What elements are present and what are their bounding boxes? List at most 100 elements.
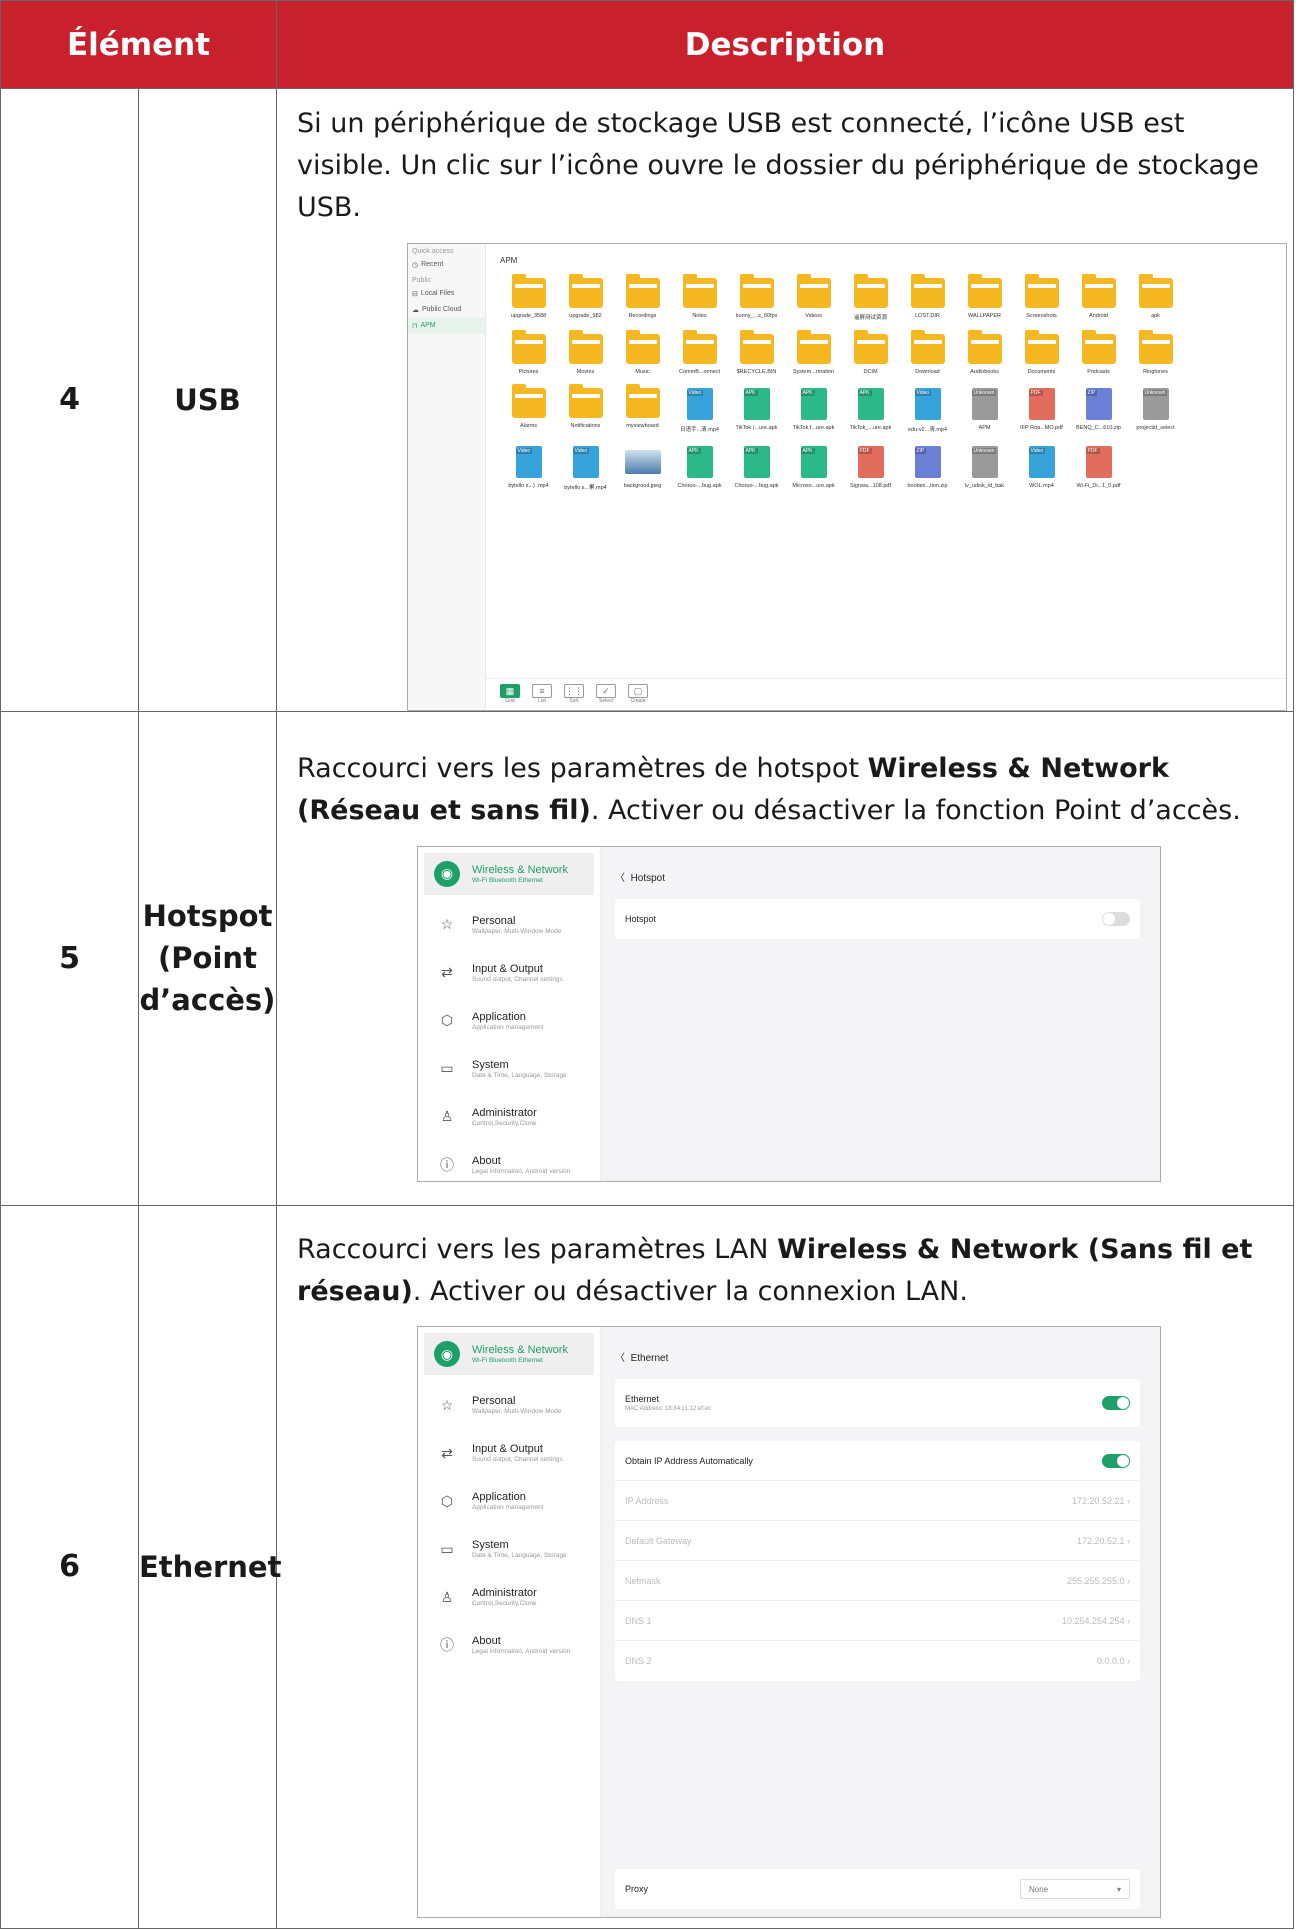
file-item[interactable]: upgrade_982 <box>557 273 614 321</box>
back-button[interactable]: 〈 Ethernet <box>615 1349 668 1364</box>
sidebar-item-apm[interactable]: ⊓ APM <box>408 317 485 334</box>
sidebar-item-administrator[interactable]: ♙ Administrator Control,Security,Clone <box>418 1573 600 1621</box>
folder-icon <box>853 329 888 364</box>
file-item[interactable]: Notes <box>671 273 728 321</box>
file-item[interactable]: APK Microso...ure.apk <box>785 445 842 491</box>
folder-icon <box>1024 273 1059 308</box>
sidebar-item-application[interactable]: ⬡ Application Application management <box>418 997 600 1045</box>
sidebar-item-administrator[interactable]: ♙ Administrator Control,Security,Clone <box>418 1093 600 1141</box>
ip-field-row[interactable]: Netmask 255.255.255.0 › <box>615 1561 1140 1602</box>
ip-field-row[interactable]: DNS 1 10.254.254.254 › <box>615 1601 1140 1642</box>
pdf-file-icon: PDF <box>1085 445 1112 478</box>
toolbar-list-button[interactable]: ≡ List <box>532 684 552 704</box>
sidebar-item-wireless-network[interactable]: ◉ Wireless & Network Wi-Fi Bluetooth Ether… <box>424 852 594 895</box>
file-item[interactable]: Movies <box>557 329 614 375</box>
local-files-label: Local Files <box>420 290 455 298</box>
file-item[interactable]: Video bytello s...累.mp4 <box>557 445 614 491</box>
file-item[interactable]: PDF Signwa...108.pdf <box>842 445 899 491</box>
proxy-select[interactable]: None ▾ <box>1020 1879 1130 1900</box>
sidebar-item-about[interactable]: ⓘ About Legal information, Android version <box>418 1621 600 1669</box>
file-item[interactable]: APK TikTok f...ure.apk <box>785 387 842 433</box>
sidebar-item-application[interactable]: ⬡ Application Application management <box>418 1477 600 1525</box>
file-item[interactable]: Android <box>1070 273 1127 321</box>
sidebar-item-input-output[interactable]: ⇄ Input & Output Sound output, Channel set… <box>418 1429 600 1477</box>
toolbar-grid-button[interactable]: ▦ Grid <box>500 684 520 704</box>
file-item[interactable]: bunny_...s_60fps <box>728 273 785 321</box>
file-item[interactable]: Podcasts <box>1070 329 1127 375</box>
sidebar-item-local-files[interactable]: ⊟ Local Files <box>408 286 485 302</box>
file-item[interactable]: LOST.DIR <box>899 273 956 321</box>
file-item[interactable]: backgroud.jpeg <box>614 446 671 491</box>
file-item[interactable]: APK Choruo-...bug.apk <box>728 445 785 491</box>
sidebar-item-public-cloud[interactable]: ☁ Public Cloud <box>408 302 485 318</box>
recent-label: Recent <box>421 261 444 269</box>
file-item[interactable]: Alarms <box>500 383 557 433</box>
file-type-badge: ZIP <box>1085 389 1098 396</box>
file-item[interactable]: WALLPAPER <box>956 273 1013 321</box>
file-type-badge: APK <box>743 389 758 396</box>
file-item[interactable]: $RECYCLE.BIN <box>728 329 785 375</box>
sidebar-item-input-output[interactable]: ⇄ Input & Output Sound output, Channel set… <box>418 949 600 997</box>
file-item[interactable]: PDF Wi-Fi_Di...1_0.pdf <box>1070 445 1127 491</box>
file-item[interactable]: Video WOL.mp4 <box>1013 445 1070 491</box>
ip-card: Obtain IP Address Automatically IP Addre… <box>615 1441 1140 1682</box>
file-item[interactable]: Documents <box>1013 329 1070 375</box>
file-item[interactable]: PDF IFP Roa...MO.pdf <box>1013 387 1070 433</box>
list-icon: ≡ <box>532 684 552 699</box>
file-item[interactable]: System...rmation <box>785 329 842 375</box>
file-item[interactable]: Download <box>899 329 956 375</box>
sidebar-item-about[interactable]: ⓘ About Legal information, Android version <box>418 1141 600 1181</box>
file-item[interactable]: apk <box>1127 273 1184 321</box>
file-item[interactable]: myviewboard <box>614 383 671 433</box>
file-item[interactable]: Screenshots <box>1013 273 1070 321</box>
file-item[interactable]: Unknown APM <box>956 387 1013 433</box>
file-item[interactable]: 遥屏测试资源 <box>842 273 899 321</box>
file-item[interactable]: Music <box>614 329 671 375</box>
ip-field-row[interactable]: Default Gateway 172.20.52.1 › <box>615 1521 1140 1562</box>
folder-icon <box>967 273 1002 308</box>
sidebar-item-recent[interactable]: ◷ Recent <box>408 257 485 273</box>
file-item[interactable]: CommB...onnect <box>671 329 728 375</box>
file-item[interactable]: Video 日语手...清.mp4 <box>671 387 728 433</box>
file-item[interactable]: APK TikTok (...ure.apk <box>728 387 785 433</box>
toolbar-select-button[interactable]: ✓ Select <box>596 684 616 704</box>
file-name: bunny_...s_60fps <box>735 312 778 319</box>
file-item[interactable]: DCIM <box>842 329 899 375</box>
file-item[interactable]: Ringtones <box>1127 329 1184 375</box>
ip-field-row[interactable]: DNS 2 0.0.0.0 › <box>615 1641 1140 1681</box>
toolbar-create-button[interactable]: ▢ Create <box>628 684 648 704</box>
folder-icon <box>796 329 831 364</box>
sidebar-item-system[interactable]: ▭ System Date & Time, Language, Storage <box>418 1525 600 1573</box>
file-item[interactable]: APK TikTok_...ure.apk <box>842 387 899 433</box>
obtain-ip-toggle[interactable] <box>1102 1453 1130 1468</box>
file-item[interactable]: Video bytello s...) .mp4 <box>500 445 557 491</box>
field-value: 172.20.52.21 › <box>1071 1495 1130 1506</box>
sidebar-item-wireless-network[interactable]: ◉ Wireless & Network Wi-Fi Bluetooth Ether… <box>424 1333 594 1376</box>
file-item[interactable]: Videos <box>785 273 842 321</box>
ethernet-toggle[interactable] <box>1102 1396 1130 1411</box>
hotspot-toggle[interactable] <box>1102 911 1130 926</box>
file-item[interactable]: ZIP BENQ_C...610.zip <box>1070 387 1127 433</box>
file-item[interactable]: Video edu-v2...清.mp4 <box>899 387 956 433</box>
toolbar-sort-button[interactable]: ⋮⋮ Sort <box>564 684 584 704</box>
file-item[interactable]: upgrade_3588 <box>500 273 557 321</box>
proxy-card: Proxy None ▾ <box>615 1869 1140 1910</box>
ip-field-row[interactable]: IP Address 172.20.52.21 › <box>615 1481 1140 1522</box>
file-item[interactable]: Pictures <box>500 329 557 375</box>
folder-icon <box>511 383 546 418</box>
sidebar-item-personal[interactable]: ☆ Personal Wallpaper, Multi-Window Mode <box>418 1381 600 1429</box>
file-item[interactable]: Unknown projectid_select <box>1127 387 1184 433</box>
folder-icon <box>511 273 546 308</box>
file-item[interactable]: Unknown lv_udisk_id_bak <box>956 445 1013 491</box>
file-item[interactable]: Recordings <box>614 273 671 321</box>
sidebar-item-personal[interactable]: ☆ Personal Wallpaper, Multi-Window Mode <box>418 901 600 949</box>
desc-post: . Activer ou désactiver la connexion LAN… <box>412 1275 968 1307</box>
row-number: 4 <box>0 88 139 712</box>
sidebar-item-system[interactable]: ▭ System Date & Time, Language, Storage <box>418 1045 600 1093</box>
back-button[interactable]: 〈 Hotspot <box>615 869 665 884</box>
file-item[interactable]: Audiobooks <box>956 329 1013 375</box>
file-item[interactable]: ZIP bootani...tion.zip <box>899 445 956 491</box>
file-item[interactable]: APK Choruo-...bug.apk <box>671 445 728 491</box>
file-item[interactable]: Notifications <box>557 383 614 433</box>
file-toolbar: ▦ Grid ≡ List ⋮⋮ Sort ✓ Select ▢ Create <box>486 677 1286 710</box>
